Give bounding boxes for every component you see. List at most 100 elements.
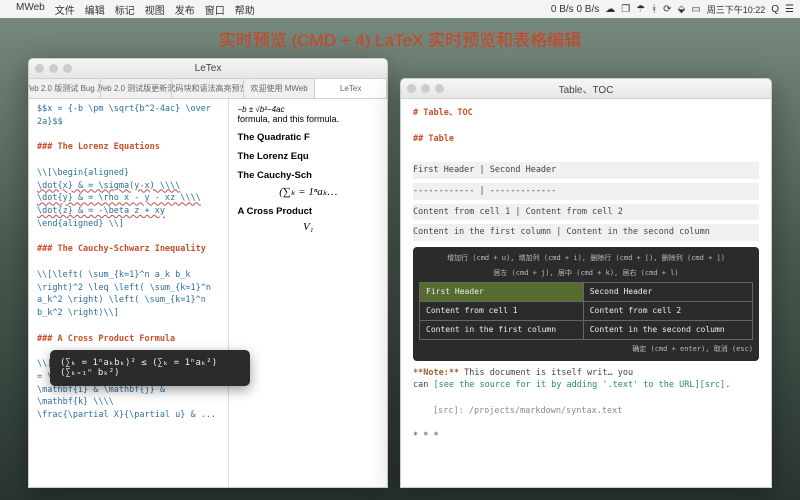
titlebar-right[interactable]: Table、TOC	[401, 79, 771, 99]
menu-icon[interactable]: ☰	[785, 4, 794, 15]
code-line[interactable]: \\[\left( \sum_{k=1}^n a_k b_k \right)^2…	[37, 269, 220, 320]
menu-view[interactable]: 视图	[145, 2, 165, 17]
wifi-icon[interactable]: ⬙	[678, 4, 686, 15]
ref-link: [src]: /projects/markdown/syntax.text	[433, 405, 759, 418]
code-line[interactable]: $$x = {-b \pm \sqrt{b^2-4ac} \over 2a}$$	[37, 103, 220, 129]
md-h1: # Table、TOC	[413, 107, 759, 120]
menu-mark[interactable]: 标记	[115, 2, 135, 17]
shortcut-hint-1: 增加行 (cmd + u), 增加列 (cmd + i), 删除行 (cmd +…	[419, 253, 753, 264]
code-line[interactable]: \dot{y} & = \rho x - y - xz \\\\	[37, 192, 220, 205]
table-row: Content from cell 1 Content from cell 2	[420, 302, 753, 321]
search-icon[interactable]: Q	[771, 4, 779, 15]
minimize-icon[interactable]	[49, 64, 58, 73]
net-stats: 0 B/s 0 B/s	[551, 4, 599, 15]
code-line[interactable]	[37, 256, 220, 269]
menubar: MWeb 文件 编辑 标记 视图 发布 窗口 帮助 0 B/s 0 B/s ☁ …	[0, 0, 800, 18]
menubar-left: MWeb 文件 编辑 标记 视图 发布 窗口 帮助	[6, 2, 255, 17]
tab-0[interactable]: MWeb 2.0 版测试 Bug 及…	[29, 79, 101, 98]
preview-h-quad: The Quadratic F	[237, 132, 379, 143]
code-line[interactable]: \\[\begin{aligned}	[37, 167, 220, 180]
editable-table[interactable]: First Header Second Header Content from …	[419, 282, 753, 340]
tab-3[interactable]: 欢迎使用 MWeb	[244, 79, 316, 98]
table-window: Table、TOC # Table、TOC ## Table First Hea…	[400, 78, 772, 488]
md-h2: ## Table	[413, 133, 759, 146]
tab-1[interactable]: MWeb 2.0 测试版更新汇总	[101, 79, 173, 98]
tooltip-formula: (∑ₖ = 1ⁿaₖbₖ)² ≤ (∑ₖ = 1ⁿaₖ²)(∑ₖ₌₁ⁿ bₖ²)	[60, 358, 217, 378]
table-raw-1: ------------ | -------------	[413, 183, 759, 200]
table-row: First Header Second Header	[420, 283, 753, 302]
preview-h-cauchy: The Cauchy-Sch	[237, 170, 379, 181]
table-row: Content in the first column Content in t…	[420, 321, 753, 340]
cell[interactable]: Content from cell 2	[583, 302, 752, 321]
umbrella-icon[interactable]: ☂	[636, 4, 645, 15]
hr-dots: * * *	[413, 430, 759, 443]
zoom-icon[interactable]	[63, 64, 72, 73]
monitor-icon[interactable]: ❐	[621, 4, 630, 15]
window-title: Table、TOC	[559, 81, 614, 96]
refresh-icon[interactable]: ⟳	[663, 4, 671, 15]
note-text: This document is itself writ… you	[459, 368, 633, 378]
preview-text: formula, and this formula.	[237, 114, 379, 124]
code-line[interactable]: \dot{x} & = \sigma(y-x) \\\\	[37, 180, 220, 193]
cloud-icon[interactable]: ☁	[605, 4, 615, 15]
preview-formula-top: −b ± √b²−4ac	[237, 105, 379, 114]
bluetooth-icon[interactable]: ᚼ	[651, 4, 657, 15]
cell[interactable]: Second Header	[583, 283, 752, 302]
cell[interactable]: Content in the second column	[583, 321, 752, 340]
shortcut-foot: 确定 (cmd + enter), 取消 (esc)	[419, 344, 753, 355]
table-raw-2: Content from cell 1 | Content from cell …	[413, 204, 759, 221]
cell[interactable]: First Header	[420, 283, 584, 302]
tab-bar: MWeb 2.0 版测试 Bug 及… MWeb 2.0 测试版更新汇总 代码块…	[29, 79, 387, 99]
menu-help[interactable]: 帮助	[235, 2, 255, 17]
code-line[interactable]: ### The Cauchy-Schwarz Inequality	[37, 243, 220, 256]
code-line[interactable]	[37, 129, 220, 142]
code-line[interactable]	[37, 154, 220, 167]
code-line[interactable]: \frac{\partial X}{\partial u} & ...	[37, 409, 220, 422]
note-line-2: can [see the source for it by adding '.t…	[413, 379, 759, 392]
preview-f-cauchy: (∑ₖ = 1ⁿaₖ…	[237, 185, 379, 198]
cell[interactable]: Content from cell 1	[420, 302, 584, 321]
code-line[interactable]	[37, 231, 220, 244]
markdown-editor[interactable]: # Table、TOC ## Table First Header | Seco…	[401, 99, 771, 487]
code-line[interactable]: \dot{z} & = -\beta z + xy	[37, 205, 220, 218]
menubar-right: 0 B/s 0 B/s ☁ ❐ ☂ ᚼ ⟳ ⬙ ▭ 周三下午10:22 Q ☰	[551, 3, 794, 16]
menu-window[interactable]: 窗口	[205, 2, 225, 17]
table-editor-popup[interactable]: 增加行 (cmd + u), 增加列 (cmd + i), 删除行 (cmd +…	[413, 247, 759, 361]
traffic-lights-r[interactable]	[407, 84, 444, 93]
window-title: LeTex	[195, 63, 222, 74]
zoom-icon[interactable]	[435, 84, 444, 93]
preview-f-cross: V₁	[237, 221, 379, 233]
menu-file[interactable]: 文件	[55, 2, 75, 17]
battery-icon[interactable]: ▭	[691, 4, 700, 15]
preview-h-lorenz: The Lorenz Equ	[237, 151, 379, 162]
preview-pane: −b ± √b²−4ac formula, and this formula. …	[229, 99, 387, 487]
table-raw-0: First Header | Second Header	[413, 162, 759, 179]
table-raw-3: Content in the first column | Content in…	[413, 224, 759, 241]
code-line[interactable]	[37, 320, 220, 333]
titlebar-left[interactable]: LeTex	[29, 59, 387, 79]
code-line[interactable]: ### A Cross Product Formula	[37, 333, 220, 346]
note-label: **Note:**	[413, 368, 459, 378]
latex-tooltip: (∑ₖ = 1ⁿaₖbₖ)² ≤ (∑ₖ = 1ⁿaₖ²)(∑ₖ₌₁ⁿ bₖ²)	[50, 350, 250, 386]
shortcut-hint-2: 居左 (cmd + j), 居中 (cmd + k), 居右 (cmd + l)	[419, 268, 753, 279]
close-icon[interactable]	[407, 84, 416, 93]
traffic-lights[interactable]	[35, 64, 72, 73]
close-icon[interactable]	[35, 64, 44, 73]
preview-h-cross: A Cross Product	[237, 206, 379, 217]
cell[interactable]: Content in the first column	[420, 321, 584, 340]
note-link[interactable]: [see the source for it by adding '.text'…	[433, 380, 725, 390]
code-pane[interactable]: $$x = {-b \pm \sqrt{b^2-4ac} \over 2a}$$…	[29, 99, 229, 487]
minimize-icon[interactable]	[421, 84, 430, 93]
code-line[interactable]: \mathbf{i} & \mathbf{j} & \mathbf{k} \\\…	[37, 384, 220, 410]
tab-4[interactable]: LeTex	[315, 79, 387, 98]
code-line[interactable]: ### The Lorenz Equations	[37, 141, 220, 154]
editor-window: LeTex MWeb 2.0 版测试 Bug 及… MWeb 2.0 测试版更新…	[28, 58, 388, 488]
clock[interactable]: 周三下午10:22	[707, 3, 766, 16]
app-name[interactable]: MWeb	[16, 2, 45, 17]
menu-edit[interactable]: 编辑	[85, 2, 105, 17]
hero-title: 实时预览 (CMD + 4) LaTeX 实时预览和表格编辑	[0, 18, 800, 59]
note-line: **Note:** This document is itself writ… …	[413, 367, 759, 380]
code-line[interactable]: \end{aligned} \\]	[37, 218, 220, 231]
tab-2[interactable]: 代码块和语法高亮预览	[172, 79, 244, 98]
menu-publish[interactable]: 发布	[175, 2, 195, 17]
